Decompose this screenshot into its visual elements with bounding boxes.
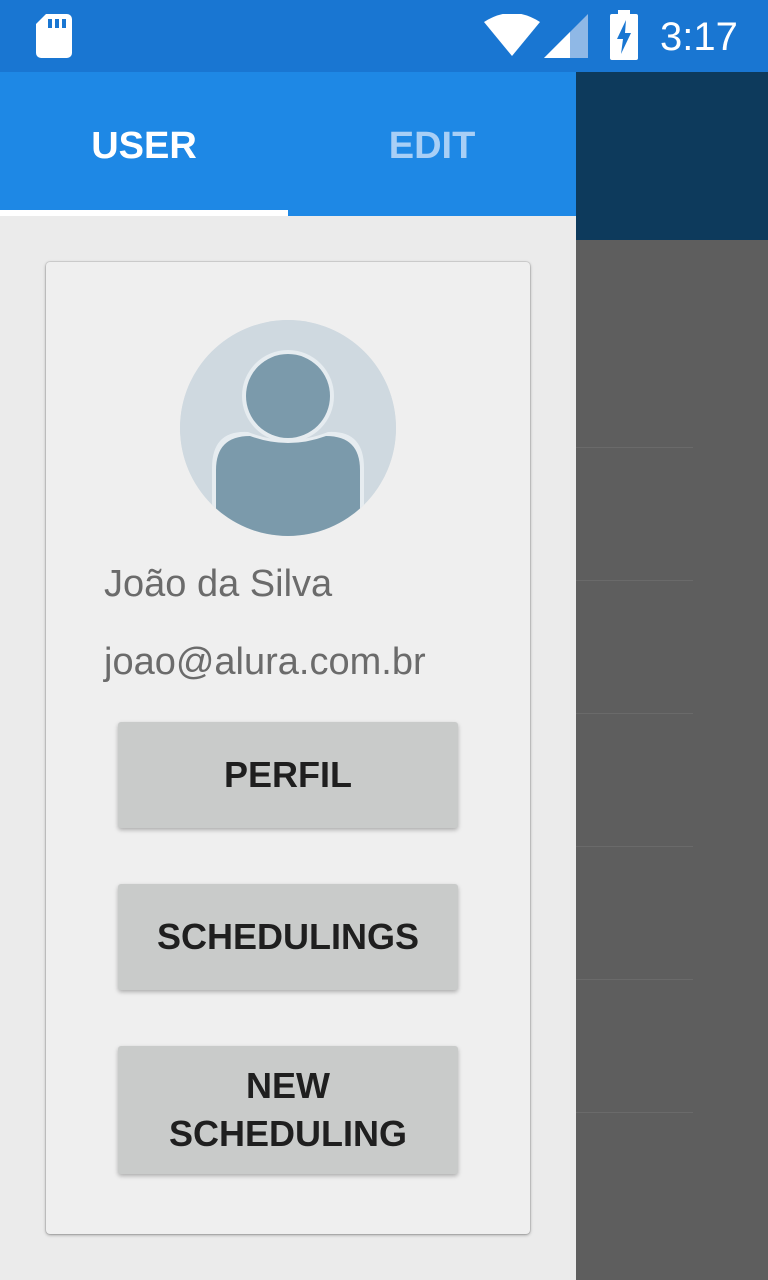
list-divider <box>576 580 693 581</box>
app-toolbar <box>576 72 768 240</box>
list-divider <box>576 979 693 980</box>
schedulings-button[interactable]: SCHEDULINGS <box>118 884 458 990</box>
tab-edit[interactable]: EDIT <box>288 72 576 216</box>
battery-charging-icon <box>610 10 638 60</box>
list-divider <box>576 846 693 847</box>
user-avatar-icon <box>180 320 396 536</box>
perfil-button[interactable]: PERFIL <box>118 722 458 828</box>
wifi-icon <box>484 14 540 56</box>
new-scheduling-button[interactable]: NEW SCHEDULING <box>118 1046 458 1174</box>
clock: 3:17 <box>660 15 738 59</box>
user-card: João da Silva joao@alura.com.br PERFIL S… <box>46 262 530 1234</box>
tab-bar: USER EDIT <box>0 72 576 216</box>
user-name: João da Silva <box>104 563 333 605</box>
sd-card-icon <box>36 14 72 58</box>
status-bar: 3:17 <box>0 0 768 72</box>
list-divider <box>576 713 693 714</box>
tab-indicator <box>0 210 288 216</box>
tab-user[interactable]: USER <box>0 72 288 216</box>
list-divider <box>576 1112 693 1113</box>
signal-icon <box>544 14 588 58</box>
user-email: joao@alura.com.br <box>104 641 426 683</box>
navigation-drawer: USER EDIT João da Silva joao@alura.com.b… <box>0 72 576 1280</box>
app-content-scrim[interactable] <box>576 240 768 1280</box>
list-divider <box>576 447 693 448</box>
